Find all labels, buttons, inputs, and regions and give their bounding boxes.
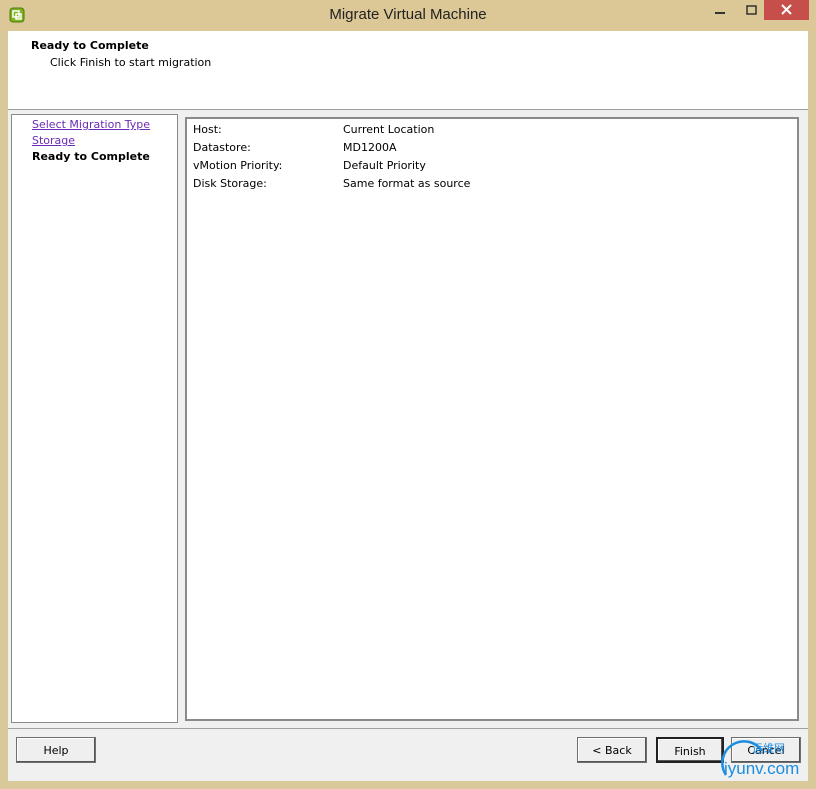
summary-label: Datastore: bbox=[193, 141, 251, 154]
step-select-migration-type[interactable]: Select Migration Type bbox=[32, 118, 150, 131]
watermark-cn-text: 运维网 bbox=[752, 742, 785, 755]
page-title: Ready to Complete bbox=[31, 39, 149, 52]
dialog-client-area: Ready to Complete Click Finish to start … bbox=[8, 31, 808, 781]
step-ready-to-complete: Ready to Complete bbox=[32, 150, 150, 163]
close-button[interactable] bbox=[764, 0, 809, 20]
maximize-button[interactable] bbox=[738, 0, 766, 20]
summary-panel: Host: Current Location Datastore: MD1200… bbox=[185, 117, 799, 721]
summary-value: MD1200A bbox=[343, 141, 397, 154]
step-storage[interactable]: Storage bbox=[32, 134, 75, 147]
wizard-header: Ready to Complete Click Finish to start … bbox=[8, 31, 808, 110]
help-button[interactable]: Help bbox=[16, 737, 96, 763]
watermark-text: iyunv.com bbox=[724, 759, 800, 778]
watermark-logo: 运维网 iyunv.com bbox=[712, 735, 812, 787]
summary-label: Host: bbox=[193, 123, 222, 136]
title-bar: Migrate Virtual Machine bbox=[0, 0, 816, 32]
minimize-button[interactable] bbox=[706, 0, 734, 20]
back-button[interactable]: < Back bbox=[577, 737, 647, 763]
wizard-steps-panel: Select Migration Type Storage Ready to C… bbox=[11, 114, 178, 723]
summary-value: Default Priority bbox=[343, 159, 426, 172]
summary-label: Disk Storage: bbox=[193, 177, 267, 190]
summary-label: vMotion Priority: bbox=[193, 159, 283, 172]
summary-value: Current Location bbox=[343, 123, 435, 136]
window-title: Migrate Virtual Machine bbox=[329, 6, 487, 23]
page-subtitle: Click Finish to start migration bbox=[50, 56, 212, 69]
footer-divider bbox=[8, 728, 808, 729]
summary-value: Same format as source bbox=[343, 177, 471, 190]
